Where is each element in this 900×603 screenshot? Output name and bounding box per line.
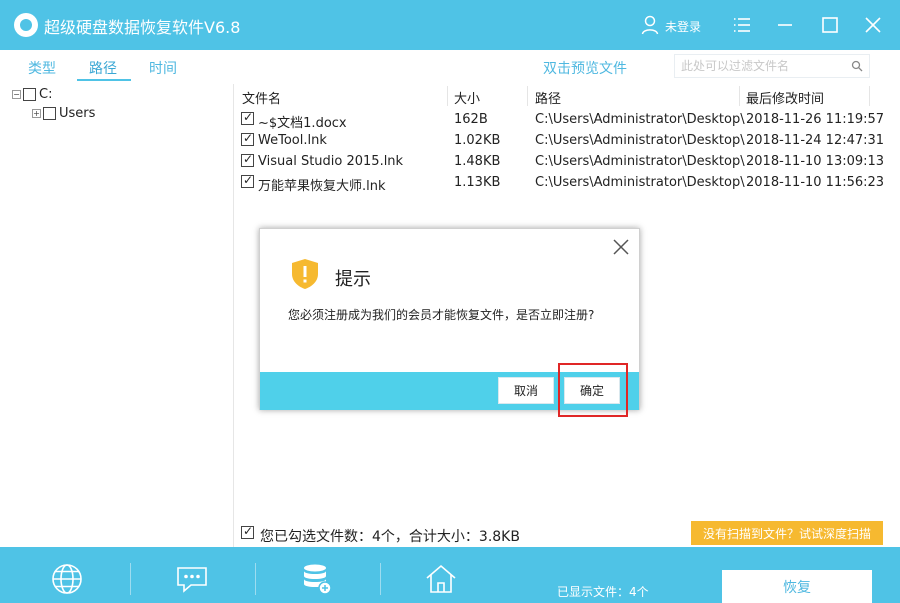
file-modified: 2018-11-24 12:47:31 <box>746 133 885 148</box>
dialog-title: 提示 <box>335 269 371 290</box>
row-checkbox[interactable] <box>241 110 254 125</box>
dialog-message: 您必须注册成为我们的会员才能恢复文件，是否立即注册? <box>288 308 595 322</box>
file-size: 162B <box>454 112 488 127</box>
column-divider[interactable] <box>739 86 740 106</box>
filter-search-box[interactable] <box>674 54 870 78</box>
menu-icon[interactable] <box>729 12 755 38</box>
file-modified: 2018-11-26 11:19:57 <box>746 112 885 127</box>
file-size: 1.48KB <box>454 154 501 169</box>
tree-label-c: C: <box>39 87 53 102</box>
tree-label-users: Users <box>59 106 96 121</box>
row-checkbox[interactable] <box>241 131 254 146</box>
close-icon[interactable] <box>860 12 886 38</box>
deep-scan-button[interactable]: 没有扫描到文件？试试深度扫描 <box>691 521 883 545</box>
select-all-checkbox[interactable] <box>241 524 254 539</box>
tab-time[interactable]: 时间 <box>149 58 177 78</box>
shown-files-count: 已显示文件：4个 <box>557 585 649 599</box>
collapse-icon[interactable]: − <box>12 90 21 99</box>
title-bar: 超级硬盘数据恢复软件V6.8 未登录 <box>0 0 900 50</box>
table-row[interactable]: WeTool.lnk 1.02KB C:\Users\Administrator… <box>235 129 884 150</box>
chat-icon[interactable] <box>175 562 209 596</box>
tree-node-c[interactable]: − C: <box>12 87 52 102</box>
selection-summary: 您已勾选文件数：4个，合计大小：3.8KB <box>260 529 520 545</box>
file-table-header: 文件名 大小 路径 最后修改时间 <box>235 84 875 107</box>
column-header-size[interactable]: 大小 <box>454 88 480 107</box>
user-icon[interactable] <box>641 15 659 35</box>
table-row[interactable]: ~$文档1.docx 162B C:\Users\Administrator\D… <box>235 108 884 131</box>
file-path: C:\Users\Administrator\Desktop\ <box>535 133 745 148</box>
file-name: 万能苹果恢复大师.lnk <box>258 179 386 194</box>
column-header-modified[interactable]: 最后修改时间 <box>746 88 824 107</box>
double-click-preview-hint[interactable]: 双击预览文件 <box>543 58 627 78</box>
minimize-icon[interactable] <box>772 12 798 38</box>
globe-icon[interactable] <box>50 562 84 596</box>
expand-icon[interactable]: + <box>32 109 41 118</box>
file-size: 1.13KB <box>454 175 501 190</box>
active-tab-indicator <box>77 79 131 81</box>
tree-checkbox-users[interactable] <box>43 107 56 120</box>
file-path: C:\Users\Administrator\Desktop\ <box>535 154 745 169</box>
row-checkbox[interactable] <box>241 152 254 167</box>
row-checkbox[interactable] <box>241 173 254 188</box>
folder-tree: − C: + Users <box>4 84 234 547</box>
bottom-bar: 已显示文件：4个 恢复 <box>0 547 900 603</box>
dialog-close-icon[interactable] <box>611 237 631 257</box>
bottom-divider <box>255 563 256 595</box>
cancel-button[interactable]: 取消 <box>498 377 554 404</box>
app-logo-icon <box>14 13 38 37</box>
file-name: Visual Studio 2015.lnk <box>258 154 404 169</box>
login-status[interactable]: 未登录 <box>665 18 701 35</box>
file-modified: 2018-11-10 13:09:13 <box>746 154 885 169</box>
app-title: 超级硬盘数据恢复软件V6.8 <box>44 18 241 37</box>
file-modified: 2018-11-10 11:56:23 <box>746 175 885 190</box>
column-divider[interactable] <box>869 86 870 106</box>
column-header-path[interactable]: 路径 <box>535 88 561 107</box>
selection-status-row: 您已勾选文件数：4个，合计大小：3.8KB 没有扫描到文件？试试深度扫描 <box>235 520 900 547</box>
search-icon[interactable] <box>851 60 863 72</box>
confirm-highlight-outline <box>558 363 628 417</box>
bottom-divider <box>380 563 381 595</box>
tree-checkbox-c[interactable] <box>23 88 36 101</box>
bottom-divider <box>130 563 131 595</box>
recover-button[interactable]: 恢复 <box>722 570 872 603</box>
table-row[interactable]: Visual Studio 2015.lnk 1.48KB C:\Users\A… <box>235 150 884 171</box>
tab-type[interactable]: 类型 <box>28 58 56 78</box>
file-name: WeTool.lnk <box>258 133 327 148</box>
tab-path[interactable]: 路径 <box>89 58 117 78</box>
file-size: 1.02KB <box>454 133 501 148</box>
tree-node-users[interactable]: + Users <box>32 106 95 121</box>
column-divider[interactable] <box>447 86 448 106</box>
warning-shield-icon <box>292 259 318 289</box>
maximize-icon[interactable] <box>817 12 843 38</box>
filter-input[interactable] <box>675 55 835 77</box>
database-icon[interactable] <box>300 562 334 596</box>
file-path: C:\Users\Administrator\Desktop\ <box>535 175 745 190</box>
file-path: C:\Users\Administrator\Desktop\ <box>535 112 745 127</box>
column-header-name[interactable]: 文件名 <box>242 88 281 107</box>
home-icon[interactable] <box>424 562 458 596</box>
table-row[interactable]: 万能苹果恢复大师.lnk 1.13KB C:\Users\Administrat… <box>235 171 884 194</box>
column-divider[interactable] <box>527 86 528 106</box>
